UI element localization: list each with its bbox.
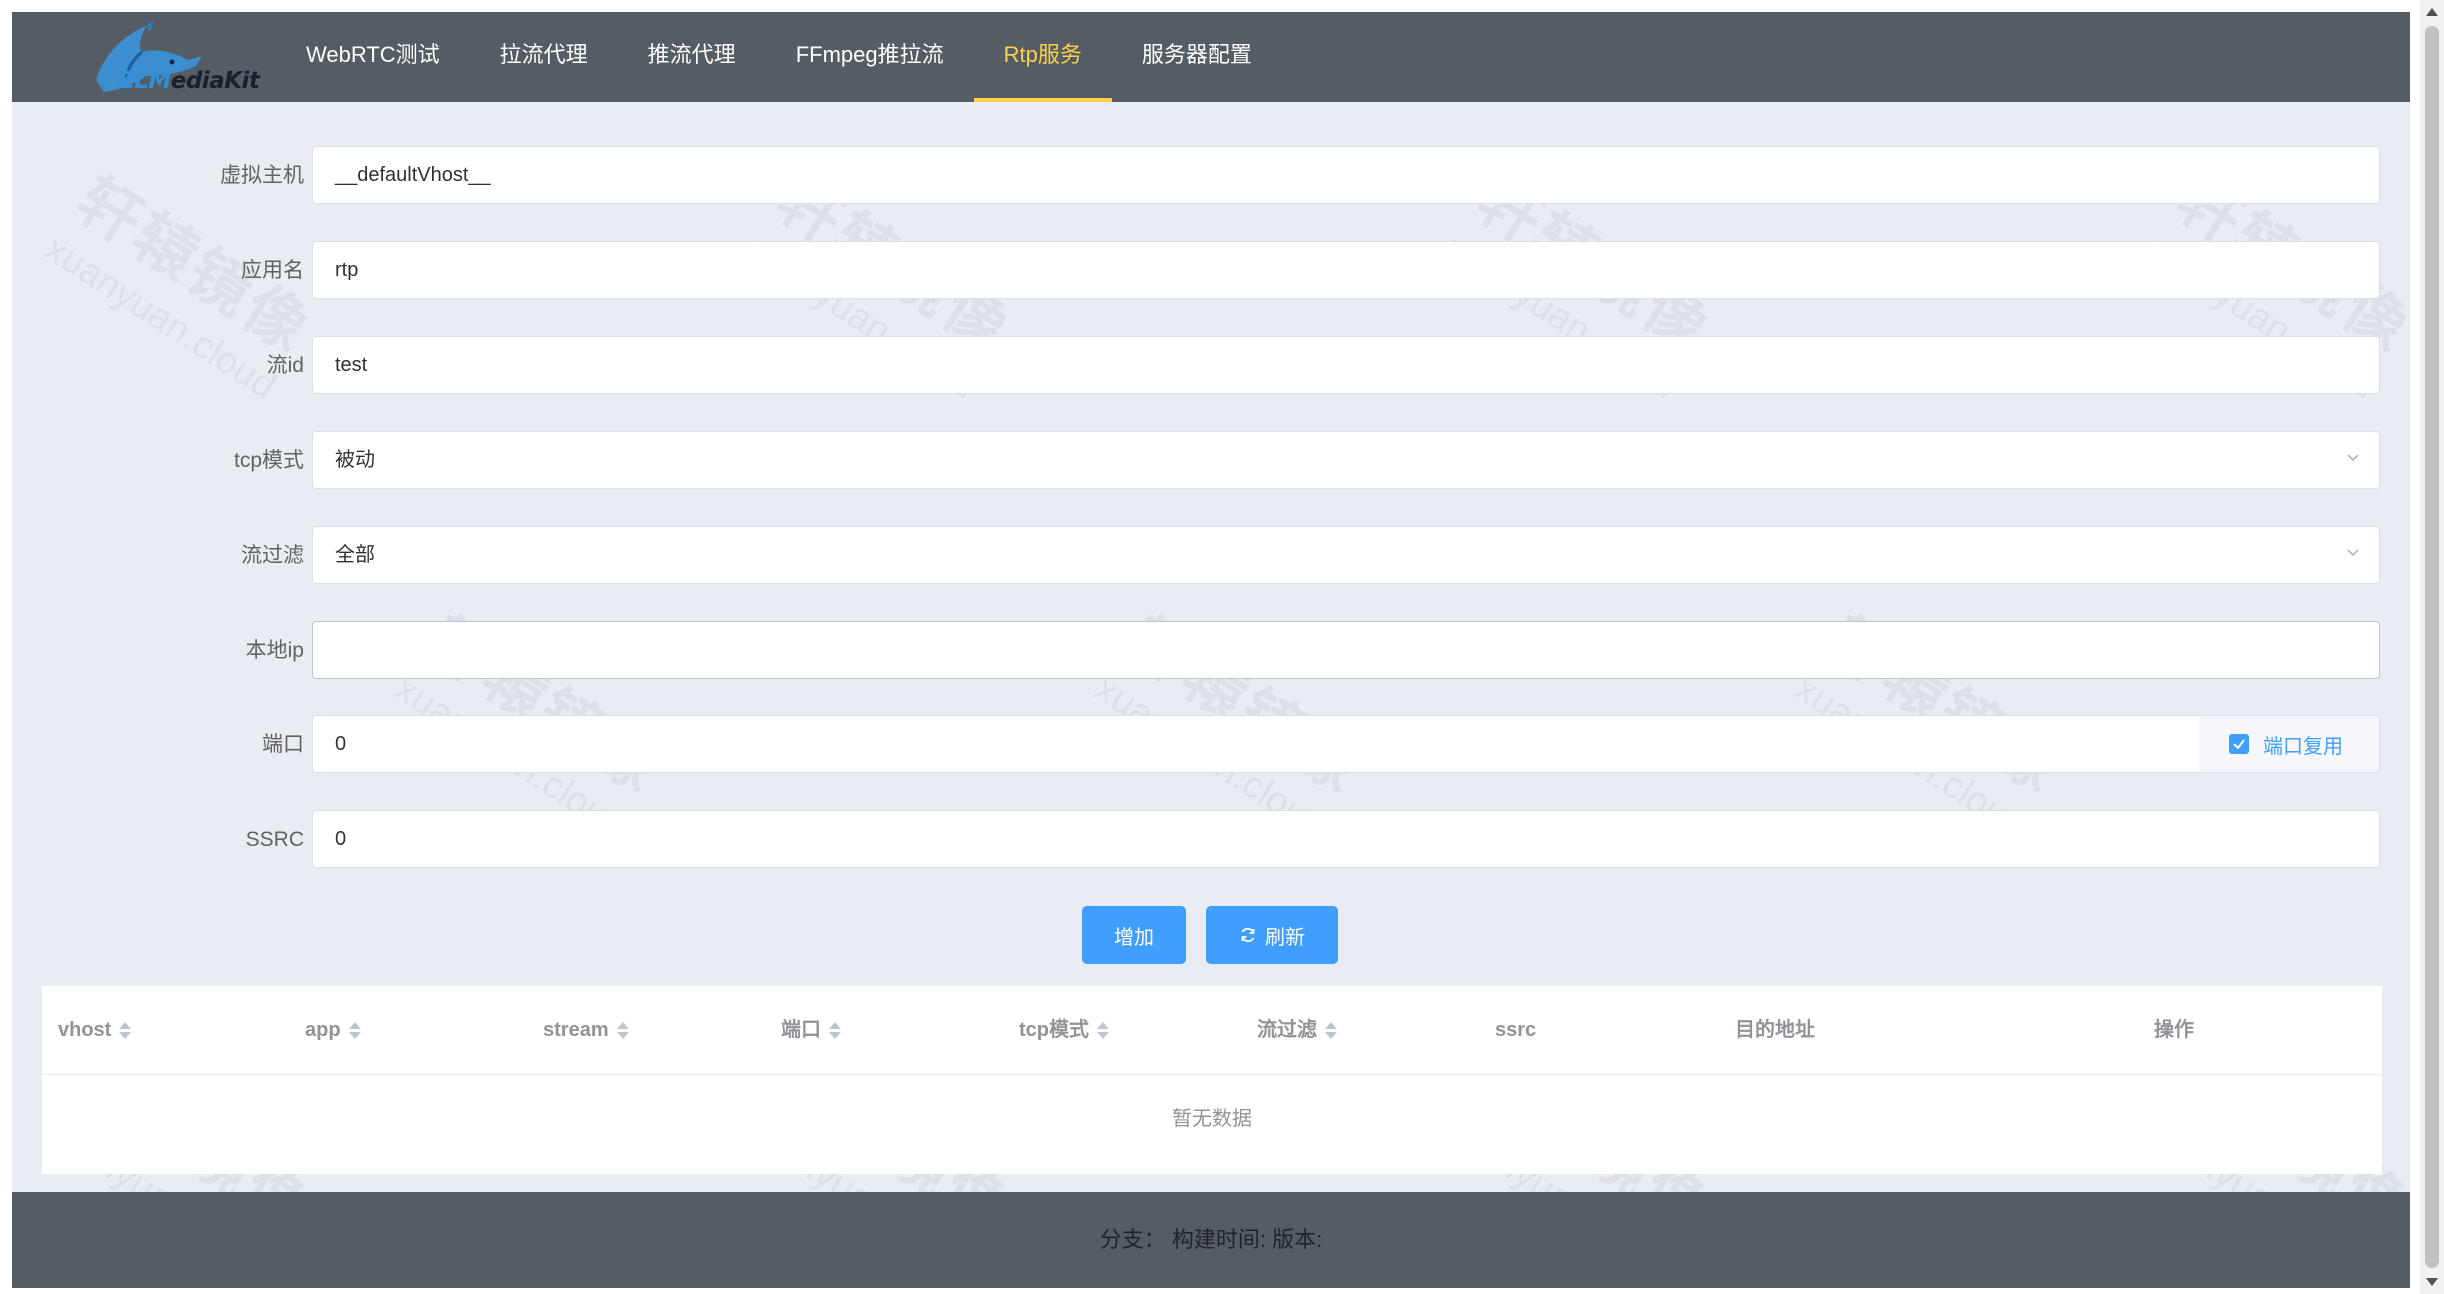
- port-reuse-checkbox[interactable]: 端口复用: [2199, 715, 2380, 773]
- form-row-stream-id: 流id test: [12, 336, 2410, 396]
- app-label: 应用名: [241, 259, 304, 282]
- col-port[interactable]: 端口: [781, 986, 841, 1074]
- form-row-stream-filter: 流过滤 全部: [12, 526, 2410, 586]
- local-ip-input[interactable]: [312, 621, 2380, 679]
- port-label: 端口: [262, 733, 304, 756]
- ssrc-input[interactable]: 0: [312, 810, 2380, 868]
- sort-icon[interactable]: [1325, 1021, 1337, 1039]
- form-row-ssrc: SSRC 0: [12, 810, 2410, 870]
- sort-icon[interactable]: [119, 1021, 132, 1039]
- nav-webrtc-test[interactable]: WebRTC测试: [276, 12, 470, 102]
- form-row-app: 应用名 rtp: [12, 241, 2410, 301]
- stream-filter-label: 流过滤: [241, 544, 304, 567]
- scroll-up-arrow-icon[interactable]: [2426, 8, 2438, 16]
- nav-rtp-service[interactable]: Rtp服务: [973, 12, 1112, 102]
- vhost-label: 虚拟主机: [220, 164, 304, 187]
- col-stream-filter[interactable]: 流过滤: [1257, 986, 1337, 1074]
- logo-wordmark: ZLMediaKit: [118, 68, 260, 94]
- col-vhost[interactable]: vhost: [58, 986, 132, 1074]
- app-window: ZLMediaKit WebRTC测试 拉流代理 推流代理 FFmpeg推拉流 …: [12, 12, 2410, 1288]
- add-button-label: 增加: [1114, 926, 1154, 949]
- scrollbar-thumb[interactable]: [2425, 26, 2439, 1268]
- rtp-table: vhost app stream 端口 tcp模式 流过滤 ssrc 目的地址 …: [42, 986, 2382, 1174]
- tcp-mode-select[interactable]: 被动: [312, 431, 2380, 489]
- vhost-input[interactable]: __defaultVhost__: [312, 146, 2380, 204]
- sort-icon[interactable]: [348, 1021, 361, 1039]
- sort-icon[interactable]: [829, 1021, 841, 1039]
- tcp-mode-label: tcp模式: [233, 449, 304, 472]
- local-ip-label: 本地ip: [245, 639, 304, 662]
- stream-id-label: 流id: [266, 354, 304, 377]
- refresh-button-label: 刷新: [1265, 926, 1305, 949]
- vertical-scrollbar[interactable]: [2420, 0, 2444, 1294]
- sort-icon[interactable]: [616, 1021, 629, 1039]
- zlmediakit-logo: ZLMediaKit: [76, 18, 260, 100]
- refresh-icon: [1241, 927, 1255, 943]
- col-app[interactable]: app: [305, 986, 361, 1074]
- col-tcp-mode[interactable]: tcp模式: [1019, 986, 1109, 1074]
- chevron-down-icon: [2347, 454, 2359, 462]
- ssrc-label: SSRC: [245, 828, 304, 851]
- chevron-down-icon: [2347, 549, 2359, 557]
- form-row-local-ip: 本地ip: [12, 621, 2410, 681]
- col-stream[interactable]: stream: [543, 986, 629, 1074]
- checkbox-checked-icon[interactable]: [2229, 734, 2249, 754]
- nav-ffmpeg[interactable]: FFmpeg推拉流: [766, 12, 974, 102]
- form-row-port: 端口 0 端口复用: [12, 715, 2410, 775]
- form-row-tcp-mode: tcp模式 被动: [12, 431, 2410, 491]
- top-navbar: ZLMediaKit WebRTC测试 拉流代理 推流代理 FFmpeg推拉流 …: [12, 12, 2410, 102]
- port-input[interactable]: 0: [312, 715, 2200, 773]
- sort-icon[interactable]: [1097, 1021, 1109, 1039]
- col-destination: 目的地址: [1735, 1019, 1815, 1041]
- refresh-button[interactable]: 刷新: [1206, 906, 1338, 964]
- app-input[interactable]: rtp: [312, 241, 2380, 299]
- port-reuse-label: 端口复用: [2263, 735, 2343, 758]
- nav-pull-proxy[interactable]: 拉流代理: [470, 12, 618, 102]
- stream-filter-select[interactable]: 全部: [312, 526, 2380, 584]
- table-empty-text: 暂无数据: [1172, 1108, 1252, 1130]
- add-button[interactable]: 增加: [1082, 906, 1186, 964]
- form-row-vhost: 虚拟主机 __defaultVhost__: [12, 146, 2410, 206]
- table-header: vhost app stream 端口 tcp模式 流过滤 ssrc 目的地址 …: [42, 986, 2382, 1075]
- footer-build-info: 分支： 构建时间: 版本:: [1099, 1227, 1323, 1252]
- col-actions: 操作: [2154, 1019, 2194, 1041]
- tcp-mode-value: 被动: [335, 449, 375, 471]
- main-nav: WebRTC测试 拉流代理 推流代理 FFmpeg推拉流 Rtp服务 服务器配置: [276, 12, 1282, 102]
- nav-server-config[interactable]: 服务器配置: [1112, 12, 1282, 102]
- col-ssrc: ssrc: [1495, 1019, 1537, 1041]
- nav-push-proxy[interactable]: 推流代理: [618, 12, 766, 102]
- footer: 分支： 构建时间: 版本:: [12, 1192, 2410, 1288]
- scroll-down-arrow-icon[interactable]: [2426, 1278, 2438, 1286]
- stream-filter-value: 全部: [335, 544, 375, 566]
- stream-id-input[interactable]: test: [312, 336, 2380, 394]
